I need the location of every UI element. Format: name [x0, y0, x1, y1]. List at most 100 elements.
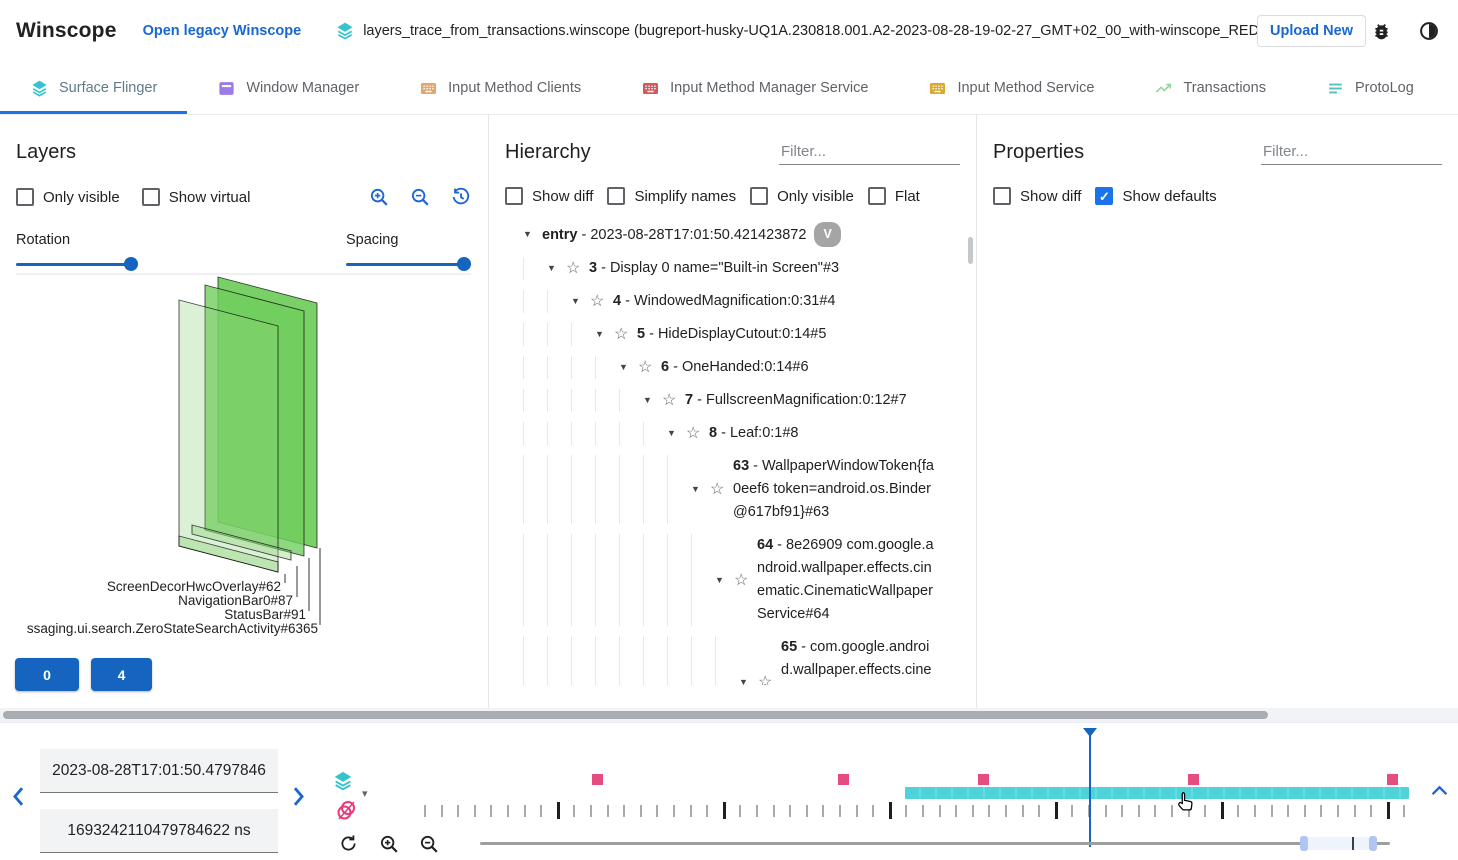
refresh-icon[interactable]: [338, 833, 359, 854]
checkbox-flat[interactable]: Flat: [868, 187, 920, 205]
star-icon[interactable]: ☆: [662, 389, 685, 412]
tab-input-method-clients[interactable]: Input Method Clients: [389, 62, 611, 114]
timeline-cursor-handle[interactable]: [1083, 728, 1097, 737]
tree-node[interactable]: ▼☆63 - WallpaperWindowToken{fa0eef6 toke…: [505, 450, 934, 529]
checkbox-only-visible[interactable]: Only visible: [750, 187, 854, 205]
expand-caret-icon[interactable]: ▼: [715, 569, 734, 592]
tree-node[interactable]: ▼☆4 - WindowedMagnification:0:31#4: [505, 285, 934, 318]
timestamp-input[interactable]: 2023-08-28T17:01:50.4797846: [40, 749, 278, 793]
rotation-slider-thumb[interactable]: [124, 257, 138, 271]
timeline-tick: [1121, 805, 1123, 817]
spacing-slider[interactable]: [346, 257, 466, 271]
minimap-handle-right[interactable]: [1369, 836, 1377, 851]
transition-marker[interactable]: [1387, 774, 1398, 785]
tree-node[interactable]: ▼☆7 - FullscreenMagnification:0:12#7: [505, 384, 934, 417]
tree-node[interactable]: ▼☆5 - HideDisplayCutout:0:14#5: [505, 318, 934, 351]
timeline-zoom-in-icon[interactable]: [378, 833, 400, 855]
expand-caret-icon[interactable]: ▼: [523, 223, 542, 246]
tree-node[interactable]: ▼☆8 - Leaf:0:1#8: [505, 417, 934, 450]
tab-input-method-service[interactable]: Input Method Service: [898, 62, 1124, 114]
tab-input-method-manager-service[interactable]: Input Method Manager Service: [611, 62, 898, 114]
indent-guide: [547, 290, 571, 313]
hierarchy-scrollbar[interactable]: [968, 237, 973, 264]
timeline-cursor-line[interactable]: [1089, 729, 1091, 847]
checkbox-box[interactable]: [750, 187, 768, 205]
checkbox-box[interactable]: ✓: [1095, 187, 1113, 205]
properties-filter-input[interactable]: [1261, 139, 1442, 165]
transition-marker[interactable]: [978, 774, 989, 785]
previous-entry-button[interactable]: [11, 787, 26, 811]
timeline-tick: [673, 805, 675, 817]
tree-node[interactable]: ▼☆3 - Display 0 name="Built-in Screen"#3: [505, 252, 934, 285]
expand-caret-icon[interactable]: ▼: [595, 323, 614, 346]
open-legacy-winscope-link[interactable]: Open legacy Winscope: [143, 23, 302, 39]
star-icon[interactable]: ☆: [590, 290, 613, 313]
timestamp-ns-input[interactable]: 1693242110479784622 ns: [40, 809, 278, 853]
tree-node[interactable]: ▼☆65 - com.google.android.wallpaper.effe…: [505, 631, 934, 685]
next-entry-button[interactable]: [291, 787, 306, 811]
spacing-slider-thumb[interactable]: [457, 257, 471, 271]
checkbox-box[interactable]: [993, 187, 1011, 205]
tab-protolog[interactable]: ProtoLog: [1296, 62, 1444, 114]
display-id-button-0[interactable]: 0: [15, 658, 79, 691]
checkbox-show-defaults[interactable]: ✓Show defaults: [1095, 187, 1216, 205]
main-horizontal-scrollbar[interactable]: [0, 708, 1458, 722]
checkbox-simplify-names[interactable]: Simplify names: [607, 187, 736, 205]
upload-new-button[interactable]: Upload New: [1257, 15, 1366, 47]
star-icon[interactable]: ☆: [734, 569, 757, 592]
transition-marker[interactable]: [1188, 774, 1199, 785]
trace-selector-caret-icon[interactable]: ▾: [362, 787, 368, 800]
rotation-slider[interactable]: [16, 257, 136, 271]
collapse-timeline-icon[interactable]: [1431, 785, 1448, 796]
star-icon[interactable]: ☆: [614, 323, 637, 346]
checkbox-box[interactable]: [868, 187, 886, 205]
star-icon[interactable]: ☆: [686, 422, 709, 445]
expand-caret-icon[interactable]: ▼: [643, 389, 662, 412]
star-icon[interactable]: ☆: [638, 356, 661, 379]
expand-caret-icon[interactable]: ▼: [571, 290, 590, 313]
star-icon[interactable]: ☆: [758, 671, 781, 686]
expand-caret-icon[interactable]: ▼: [739, 671, 758, 686]
expand-caret-icon[interactable]: ▼: [691, 478, 710, 501]
expand-caret-icon[interactable]: ▼: [619, 356, 638, 379]
tab-tr[interactable]: Tr: [1444, 62, 1458, 114]
transition-marker[interactable]: [838, 774, 849, 785]
tab-transactions[interactable]: Transactions: [1124, 62, 1295, 114]
main-horizontal-scrollbar-thumb[interactable]: [3, 711, 1268, 719]
bug-report-icon[interactable]: [1368, 18, 1394, 44]
expand-caret-icon[interactable]: ▼: [547, 257, 566, 280]
star-icon[interactable]: ☆: [710, 478, 733, 501]
checkbox-only-visible[interactable]: Only visible: [16, 188, 120, 206]
dark-mode-toggle-icon[interactable]: [1416, 18, 1442, 44]
transitions-trace-icon[interactable]: [335, 797, 359, 823]
layers-trace-icon[interactable]: [332, 770, 354, 792]
checkbox-box[interactable]: [142, 188, 160, 206]
tree-node[interactable]: ▼☆6 - OneHanded:0:14#6: [505, 351, 934, 384]
display-id-button-4[interactable]: 4: [91, 658, 152, 691]
tree-node[interactable]: ▼☆64 - 8e26909 com.google.android.wallpa…: [505, 529, 934, 631]
indent-guide: [571, 455, 595, 524]
timeline-canvas[interactable]: [420, 723, 1415, 860]
checkbox-box[interactable]: [607, 187, 625, 205]
tab-surface-flinger[interactable]: Surface Flinger: [0, 62, 187, 114]
tab-window-manager[interactable]: Window Manager: [187, 62, 389, 114]
expand-caret-icon[interactable]: ▼: [667, 422, 686, 445]
minimap-handle-left[interactable]: [1300, 836, 1308, 851]
checkbox-box[interactable]: [16, 188, 34, 206]
timeline-zoom-scrollbar[interactable]: [480, 842, 1390, 845]
checkbox-box[interactable]: [505, 187, 523, 205]
checkbox-show-virtual[interactable]: Show virtual: [142, 188, 251, 206]
zoom-in-icon[interactable]: [368, 186, 390, 208]
tree-node[interactable]: ▼entry - 2023-08-28T17:01:50.421423872V: [505, 217, 934, 252]
hierarchy-filter-input[interactable]: [779, 139, 960, 165]
sf-trace-block[interactable]: [905, 787, 1409, 799]
checkbox-show-diff[interactable]: Show diff: [993, 187, 1081, 205]
trace-tab-bar: Surface FlingerWindow ManagerInput Metho…: [0, 62, 1458, 115]
checkbox-show-diff[interactable]: Show diff: [505, 187, 593, 205]
zoom-out-icon[interactable]: [409, 186, 431, 208]
reset-view-icon[interactable]: [450, 186, 472, 208]
transition-marker[interactable]: [592, 774, 603, 785]
minimap-selection[interactable]: [1300, 837, 1369, 850]
layers-3d-view[interactable]: ScreenDecorHwcOverlay#62 NavigationBar0#…: [0, 273, 487, 655]
star-icon[interactable]: ☆: [566, 257, 589, 280]
